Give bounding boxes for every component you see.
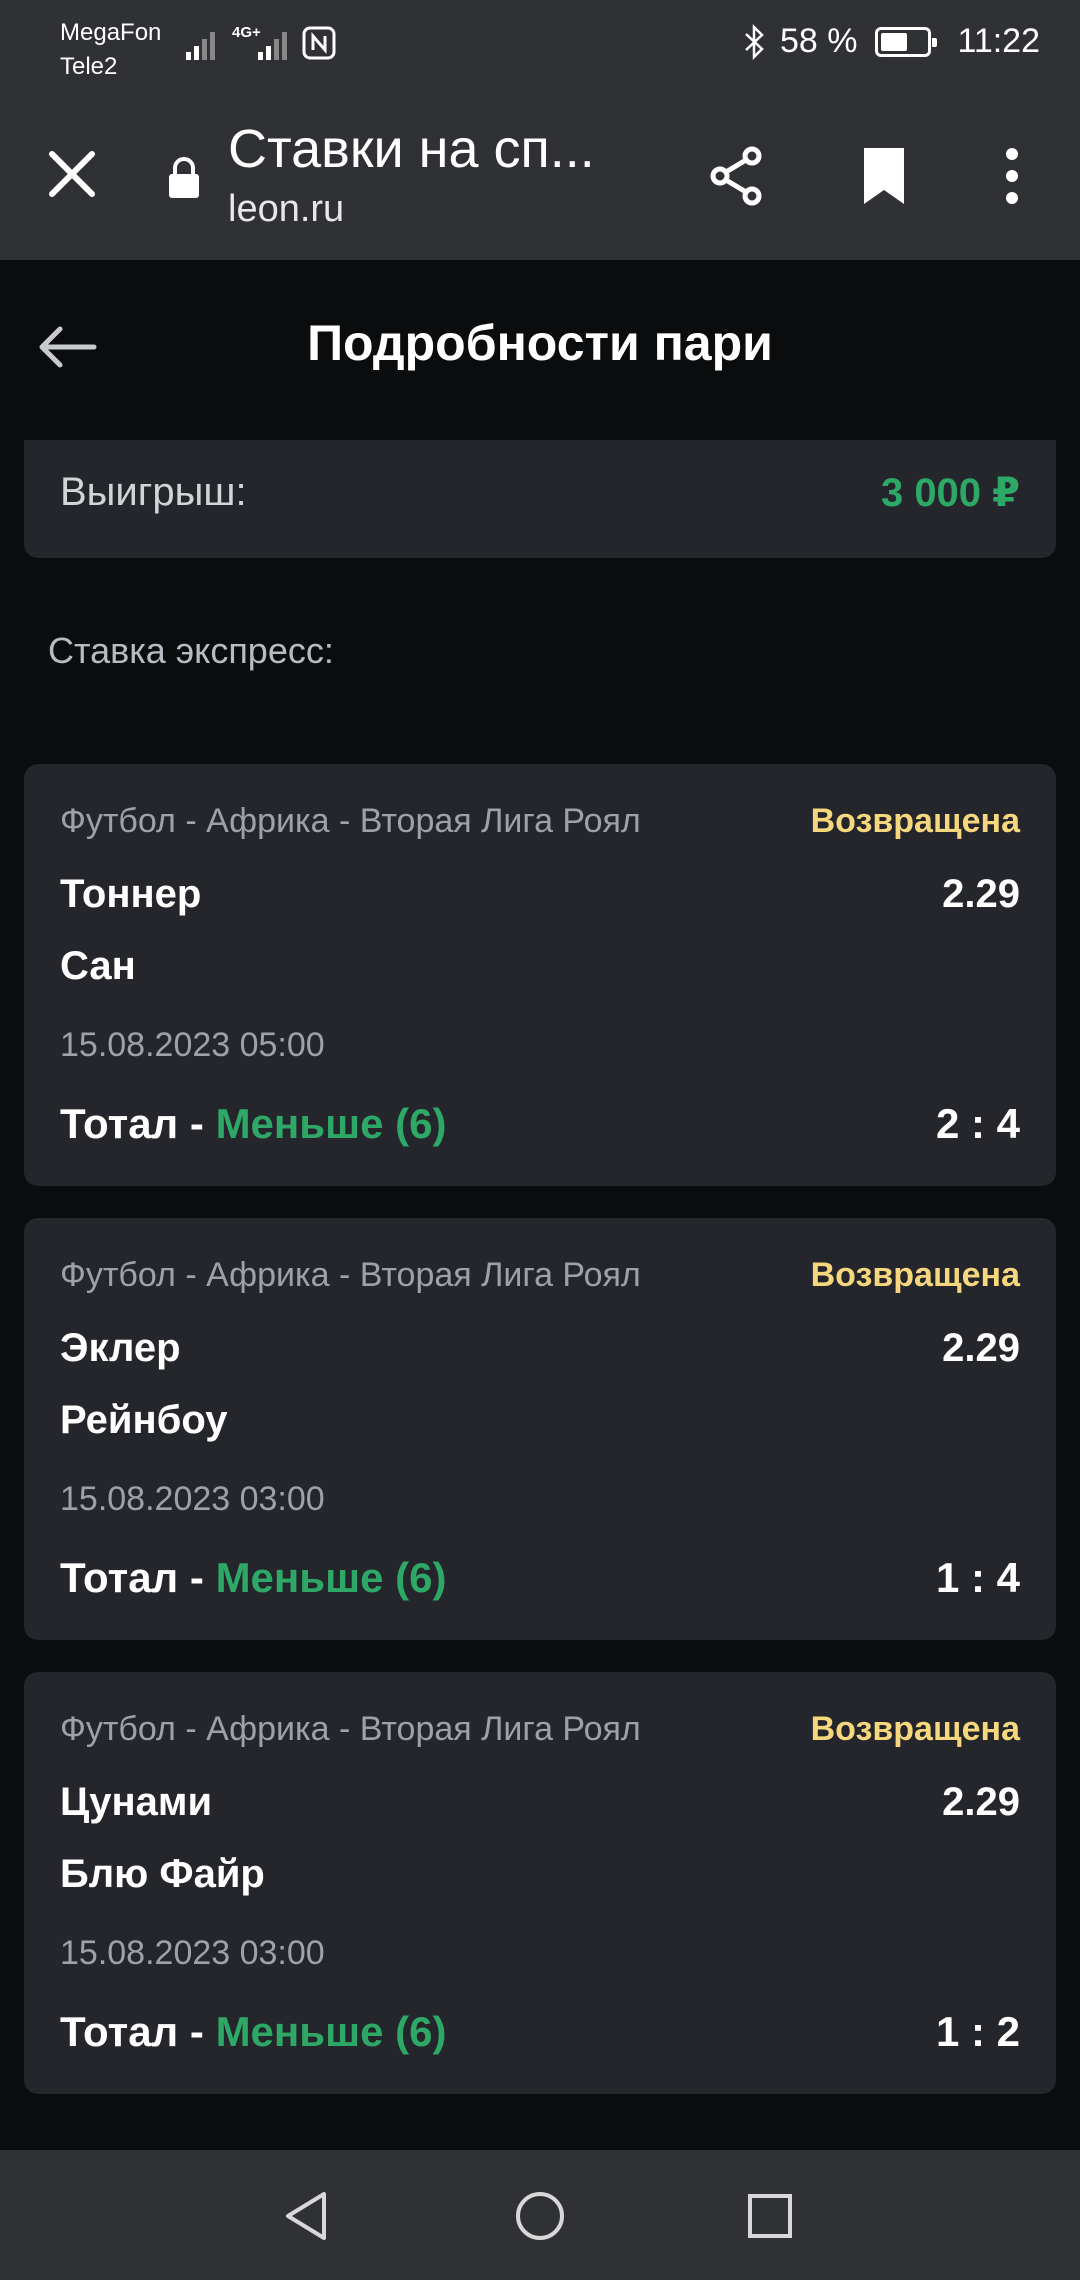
carrier-names: MegaFon Tele2: [60, 16, 161, 84]
system-navigation-bar: [0, 2150, 1080, 2280]
page-title: Подробности пари: [307, 315, 773, 371]
match-score: 1 : 4: [935, 1554, 1020, 1601]
status-right: 58 % 11:22: [742, 22, 1040, 61]
team-home: Цунами: [60, 1780, 213, 1824]
bet-status-badge: Возвращена: [810, 1256, 1020, 1294]
bluetooth-icon: [745, 23, 764, 60]
nav-recents-icon[interactable]: [738, 2184, 802, 2248]
match-score: 2 : 4: [935, 1100, 1020, 1147]
battery-percent: 58 %: [779, 22, 858, 60]
bet-league: Футбол - Африка - Вторая Лига Роял: [60, 1710, 641, 1748]
bet-card[interactable]: Футбол - Африка - Вторая Лига Роял Возвр…: [24, 1672, 1056, 2094]
bet-status-badge: Возвращена: [810, 1710, 1020, 1748]
bet-league: Футбол - Африка - Вторая Лига Роял: [60, 802, 641, 840]
team-away: Блю Файр: [60, 1852, 265, 1896]
team-away: Сан: [60, 944, 136, 988]
market-name: Тотал -: [60, 1100, 216, 1147]
market-pick: Меньше (6): [215, 1100, 447, 1147]
win-amount: 3 000 ₽: [880, 471, 1020, 515]
match-datetime: 15.08.2023 03:00: [60, 1480, 325, 1518]
lock-icon[interactable]: [166, 156, 202, 200]
market-pick: Меньше (6): [215, 1554, 447, 1601]
clock: 11:22: [957, 22, 1040, 60]
match-datetime: 15.08.2023 03:00: [60, 1934, 325, 1972]
browser-page-title[interactable]: Ставки на сп...: [228, 118, 595, 180]
bet-odds: 2.29: [942, 1326, 1020, 1370]
network-type-label: 4G+: [232, 24, 261, 41]
browser-url-host[interactable]: leon.ru: [228, 188, 344, 231]
bet-market: Тотал - Меньше (6): [60, 1554, 446, 1602]
carrier-1: MegaFon: [60, 19, 162, 46]
bet-market: Тотал - Меньше (6): [60, 2008, 446, 2056]
match-datetime: 15.08.2023 05:00: [60, 1026, 325, 1064]
signal-icon-2: [258, 32, 287, 60]
signal-icon: [186, 32, 215, 60]
nav-back-icon[interactable]: [276, 2184, 340, 2248]
bet-odds: 2.29: [942, 1780, 1020, 1824]
nfc-icon: [302, 26, 336, 60]
share-icon[interactable]: [706, 144, 770, 208]
market-pick: Меньше (6): [215, 2008, 447, 2055]
win-summary-card: Выигрыш: 3 000 ₽: [24, 440, 1056, 558]
more-options-icon[interactable]: [980, 144, 1044, 208]
browser-toolbar: Ставки на сп... leon.ru: [0, 90, 1080, 260]
team-home: Эклер: [60, 1326, 181, 1370]
status-bar: MegaFon Tele2 4G+ 58 % 11:22: [0, 0, 1080, 90]
bet-league: Футбол - Африка - Вторая Лига Роял: [60, 1256, 641, 1294]
bet-card[interactable]: Футбол - Африка - Вторая Лига Роял Возвр…: [24, 764, 1056, 1186]
bet-type-label: Ставка экспресс:: [48, 630, 334, 671]
team-away: Рейнбоу: [60, 1398, 228, 1442]
bookmark-icon[interactable]: [852, 144, 916, 208]
page-header: Подробности пари: [0, 260, 1080, 440]
market-name: Тотал -: [60, 1554, 216, 1601]
bet-odds: 2.29: [942, 872, 1020, 916]
battery-level: [881, 32, 907, 51]
match-score: 1 : 2: [935, 2008, 1020, 2055]
carrier-2: Tele2: [60, 53, 118, 80]
close-icon[interactable]: [40, 142, 104, 206]
win-label: Выигрыш:: [60, 470, 247, 514]
market-name: Тотал -: [60, 2008, 216, 2055]
bet-market: Тотал - Меньше (6): [60, 1100, 446, 1148]
nav-home-icon[interactable]: [508, 2184, 572, 2248]
team-home: Тоннер: [60, 872, 202, 916]
bet-status-badge: Возвращена: [810, 802, 1020, 840]
bet-card[interactable]: Футбол - Африка - Вторая Лига Роял Возвр…: [24, 1218, 1056, 1640]
battery-icon: [875, 26, 938, 57]
